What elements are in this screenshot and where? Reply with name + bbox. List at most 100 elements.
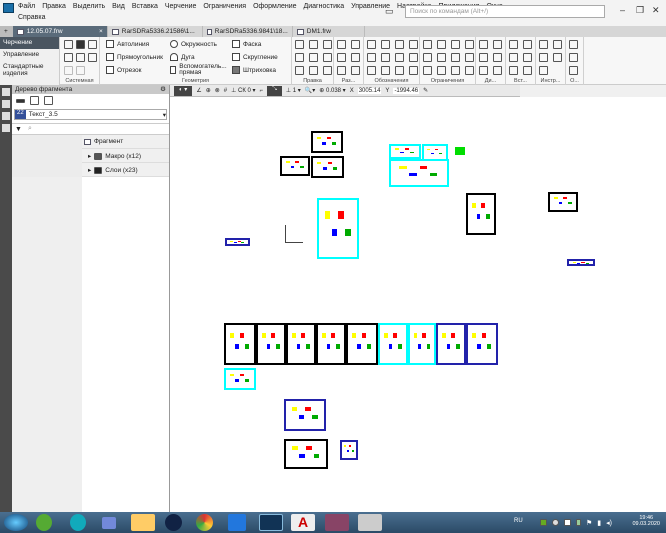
menu-item[interactable]: Ограничения xyxy=(203,3,246,10)
menu-item[interactable]: Вставка xyxy=(132,3,158,10)
tool-icon[interactable] xyxy=(367,53,376,62)
drawing-sheet[interactable] xyxy=(466,323,498,365)
kompas-taskbar-icon[interactable] xyxy=(259,514,283,531)
minimize-button[interactable]: – xyxy=(620,5,625,15)
tool-icon[interactable] xyxy=(351,40,360,49)
mode-drawing[interactable]: Черчение xyxy=(0,37,59,49)
tool-icon[interactable] xyxy=(395,53,404,62)
steam-icon[interactable] xyxy=(165,514,182,531)
drawing-sheet[interactable] xyxy=(224,368,256,390)
zoom-input[interactable]: ⊕ 0.038 ▾ xyxy=(319,87,345,94)
tool-icon[interactable] xyxy=(553,40,562,49)
autoline-tool[interactable]: Автолиния xyxy=(106,40,149,48)
tool-icon[interactable] xyxy=(337,66,346,75)
drawing-sheet[interactable] xyxy=(567,259,595,266)
tray-app-icon[interactable] xyxy=(552,519,559,526)
layers-icon[interactable] xyxy=(2,124,10,132)
tool-icon[interactable] xyxy=(381,40,390,49)
drawing-sheet[interactable] xyxy=(225,238,250,246)
tool-icon[interactable] xyxy=(309,66,318,75)
tool-icon[interactable] xyxy=(309,53,318,62)
tool-icon[interactable] xyxy=(423,53,432,62)
drawing-sheet[interactable] xyxy=(389,159,449,187)
drawing-sheet[interactable] xyxy=(311,131,343,153)
tool-icon[interactable] xyxy=(381,53,390,62)
menu-item[interactable]: Диагностика xyxy=(304,3,345,10)
circle-tool[interactable]: Окружность xyxy=(170,40,217,48)
tool-icon[interactable] xyxy=(523,40,532,49)
clock[interactable]: 19:46 09.03.2020 xyxy=(632,515,660,527)
tool-icon[interactable] xyxy=(409,53,418,62)
drawing-sheet[interactable] xyxy=(378,323,408,365)
language-indicator[interactable]: RU xyxy=(514,518,523,524)
tool-icon[interactable] xyxy=(569,40,578,49)
ortho-icon[interactable]: ⌐ xyxy=(260,88,264,94)
close-tab-icon[interactable]: × xyxy=(99,28,103,35)
eyedropper-icon[interactable]: ✎ xyxy=(423,87,428,94)
snipping-tool-icon[interactable] xyxy=(358,514,382,531)
tool-icon[interactable] xyxy=(451,40,460,49)
tool-icon[interactable] xyxy=(381,66,390,75)
segment-tool[interactable]: Отрезок xyxy=(106,66,142,74)
tool-icon[interactable] xyxy=(309,40,318,49)
drawing-sheet[interactable] xyxy=(286,323,316,365)
mode-standard-parts[interactable]: Стандартные изделия xyxy=(0,61,59,77)
print-icon[interactable] xyxy=(64,53,73,62)
menu-item[interactable]: Справка xyxy=(18,14,45,21)
tool-icon[interactable] xyxy=(493,66,502,75)
line-style-icon[interactable] xyxy=(16,99,25,103)
tool-icon[interactable] xyxy=(509,40,518,49)
tool-icon[interactable] xyxy=(423,66,432,75)
drawing-sheet[interactable] xyxy=(284,399,326,431)
volume-icon[interactable]: ◂) xyxy=(606,519,612,527)
tool-icon[interactable] xyxy=(509,53,518,62)
tree-item-layers[interactable]: ▸ Слои (x23) xyxy=(12,163,169,177)
drawing-sheet[interactable] xyxy=(548,192,578,212)
tray-app2-icon[interactable] xyxy=(564,519,571,526)
tool-icon[interactable] xyxy=(465,53,474,62)
tool-icon[interactable] xyxy=(323,66,332,75)
menu-item[interactable]: Правка xyxy=(42,3,66,10)
drawing-sheet[interactable] xyxy=(466,193,496,235)
visibility-button[interactable]: ◐ ▾ xyxy=(174,85,193,96)
arc-tool[interactable]: Дуга xyxy=(170,53,195,61)
tool-icon[interactable] xyxy=(523,66,532,75)
tool-icon[interactable] xyxy=(553,53,562,62)
tool-icon[interactable] xyxy=(295,53,304,62)
drawing-sheet[interactable] xyxy=(317,198,359,259)
image-icon[interactable] xyxy=(44,96,53,105)
preview-icon[interactable] xyxy=(76,53,85,62)
mode-management[interactable]: Управление xyxy=(0,49,59,61)
tool-icon[interactable] xyxy=(409,40,418,49)
aux-line-tool[interactable]: Вспомогатель... прямая xyxy=(170,63,230,76)
tab-12-05-07[interactable]: 12.05.07.frw × xyxy=(12,26,108,37)
flag-icon[interactable]: ⚑ xyxy=(586,519,592,527)
tab-dm1[interactable]: DM1.frw xyxy=(293,26,365,37)
fillet-tool[interactable]: Скругление xyxy=(232,53,278,61)
command-search-input[interactable]: Поиск по командам (Alt+/) xyxy=(405,5,605,18)
properties-icon[interactable] xyxy=(2,100,10,108)
drawing-sheet[interactable] xyxy=(280,156,310,176)
tool-icon[interactable] xyxy=(295,40,304,49)
drawing-sheet[interactable] xyxy=(256,323,286,365)
new-tab-button[interactable]: + xyxy=(0,26,13,37)
tool-icon[interactable] xyxy=(395,66,404,75)
tool-icon[interactable] xyxy=(493,40,502,49)
menu-item[interactable]: Оформление xyxy=(253,3,296,10)
cs-select[interactable]: ⊥ СК 0 ▾ xyxy=(231,87,255,94)
tool-icon[interactable] xyxy=(465,66,474,75)
undo-icon[interactable] xyxy=(64,66,73,75)
gear-icon[interactable]: ⚙ xyxy=(160,85,166,93)
tool-icon[interactable] xyxy=(539,66,548,75)
drawing-sheet[interactable] xyxy=(389,144,421,159)
skype-icon[interactable] xyxy=(70,514,86,531)
tool-icon[interactable] xyxy=(323,53,332,62)
network-icon[interactable]: ▮ xyxy=(597,519,601,527)
start-button[interactable] xyxy=(4,514,28,531)
tool-icon[interactable] xyxy=(451,53,460,62)
tool-icon[interactable] xyxy=(423,40,432,49)
restore-button[interactable]: ❐ xyxy=(636,5,644,16)
nvidia-icon[interactable] xyxy=(540,519,547,526)
tool-icon[interactable] xyxy=(367,40,376,49)
tab-rar-2[interactable]: RarSDRa5336.9841\18... xyxy=(203,26,293,37)
